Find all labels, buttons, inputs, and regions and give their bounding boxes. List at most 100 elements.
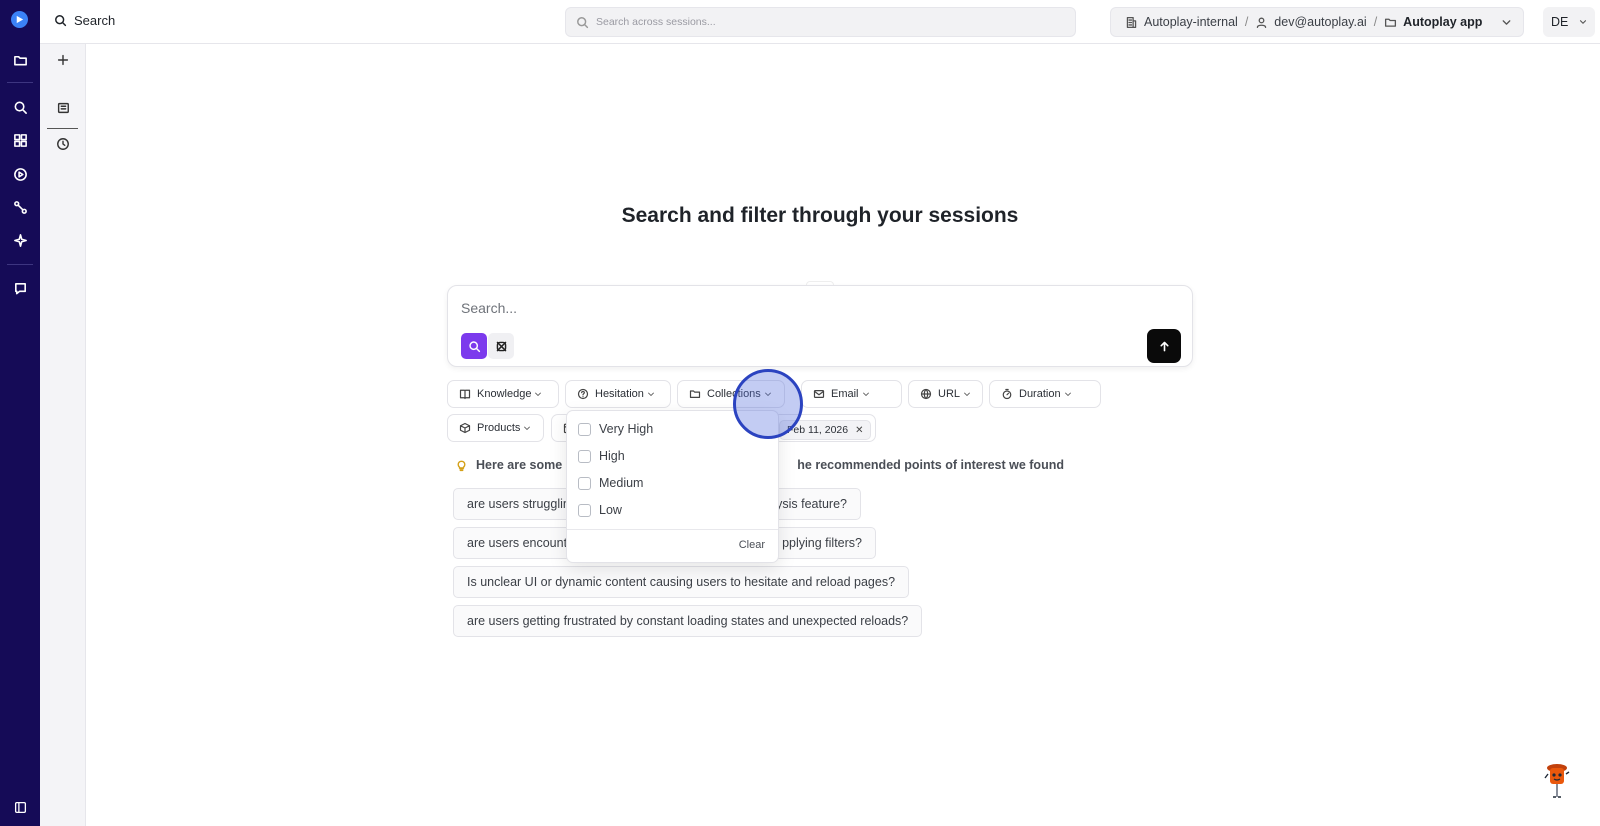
chevron-down-icon [1064, 392, 1071, 396]
filter-label: Products [477, 422, 521, 434]
sidebar-divider [47, 128, 78, 129]
chat-icon[interactable] [11, 279, 29, 297]
suggestion-text-end: pplying filters? [782, 536, 862, 550]
checkbox[interactable] [578, 449, 591, 463]
option-medium[interactable]: Medium [578, 476, 643, 490]
chevron-down-icon [862, 392, 869, 396]
app-segment[interactable]: Autoplay app [1384, 15, 1482, 29]
book-icon [459, 389, 471, 400]
user-icon [1257, 17, 1267, 28]
main-heading: Search and filter through your sessions [621, 204, 1019, 227]
logo-icon[interactable] [11, 11, 28, 28]
folder-icon [689, 390, 701, 398]
option-high[interactable]: High [578, 449, 625, 463]
option-label: Very High [599, 422, 654, 436]
org-segment[interactable]: Autoplay-internal [1125, 15, 1238, 29]
search-icon [577, 16, 589, 28]
folder-icon [1385, 18, 1397, 27]
chevron-down-icon [535, 392, 542, 396]
date-chip-label: Feb 11, 2026 [787, 424, 849, 436]
close-icon[interactable]: ✕ [855, 425, 863, 436]
folder-icon[interactable] [11, 51, 29, 69]
option-label: Low [599, 503, 622, 517]
avatar-initials: DE [1551, 15, 1569, 29]
app-name: Autoplay app [1403, 15, 1483, 29]
user-email: dev@autoplay.ai [1274, 15, 1367, 29]
filter-label: URL [938, 388, 961, 400]
chevron-down-icon [1580, 20, 1587, 24]
org-name: Autoplay-internal [1144, 15, 1238, 29]
building-icon [1126, 16, 1137, 28]
search-icon[interactable] [11, 98, 29, 116]
secondary-sidebar [40, 44, 86, 826]
page-title-label: Search [74, 13, 116, 28]
filter-email[interactable]: Email [801, 380, 902, 408]
ai-mode-button[interactable] [488, 333, 514, 359]
suggestion-text: Is unclear UI or dynamic content causing… [467, 575, 896, 589]
filter-label: Duration [1019, 388, 1061, 400]
history-icon[interactable] [54, 135, 72, 153]
send-button[interactable] [1147, 329, 1181, 363]
option-very-high[interactable]: Very High [578, 422, 653, 436]
context-switcher[interactable]: Autoplay-internal / dev@autoplay.ai / Au… [1110, 7, 1524, 37]
filter-hesitation[interactable]: Hesitation [565, 380, 671, 408]
global-search[interactable] [565, 7, 1076, 37]
checkbox[interactable] [578, 476, 591, 490]
suggestion-chip[interactable]: are users getting frustrated by constant… [453, 605, 923, 637]
rail-divider [7, 264, 33, 265]
mail-icon [813, 390, 825, 398]
top-bar: Search Autoplay-internal / dev@autoplay.… [40, 0, 1600, 44]
option-label: Medium [599, 476, 644, 490]
filter-duration[interactable]: Duration [989, 380, 1101, 408]
filter-label: Email [831, 388, 859, 400]
globe-icon [920, 388, 932, 400]
user-segment[interactable]: dev@autoplay.ai [1255, 15, 1367, 29]
lightbulb-icon [457, 460, 466, 471]
sessions-icon[interactable] [54, 99, 72, 117]
breadcrumb-separator: / [1244, 15, 1249, 29]
mascot-icon[interactable] [1543, 762, 1571, 800]
hesitation-dropdown: Very High High Medium Low Clear [566, 410, 779, 563]
session-search-box [447, 285, 1193, 367]
play-circle-icon[interactable] [11, 165, 29, 183]
session-search-input[interactable] [461, 300, 1161, 316]
package-icon [459, 422, 471, 434]
dropdown-divider [567, 529, 778, 530]
page-title: Search [54, 13, 115, 28]
option-low[interactable]: Low [578, 503, 622, 517]
sparkle-icon[interactable] [11, 231, 29, 249]
dashboard-icon[interactable] [11, 131, 29, 149]
option-label: High [599, 449, 625, 463]
checkbox[interactable] [578, 422, 591, 436]
click-indicator [733, 369, 803, 439]
clear-button[interactable]: Clear [739, 539, 765, 551]
flows-icon[interactable] [11, 198, 29, 216]
atom-icon [496, 341, 506, 351]
filter-products[interactable]: Products [447, 414, 544, 442]
chevron-down-icon[interactable] [1500, 16, 1513, 29]
arrow-up-icon [1159, 341, 1169, 351]
suggestions-intro-start: Here are some p [476, 458, 574, 472]
search-mode-button[interactable] [461, 333, 487, 359]
suggestions-intro-end: he recommended points of interest we fou… [797, 458, 1064, 472]
filter-knowledge[interactable]: Knowledge [447, 380, 559, 408]
global-search-input[interactable] [596, 16, 1056, 28]
avatar[interactable]: DE [1543, 7, 1595, 37]
timer-icon [1002, 388, 1012, 400]
rail-divider [7, 82, 33, 83]
suggestion-text-start: are users strugglin [467, 497, 570, 511]
chevron-down-icon [648, 392, 654, 396]
sidebar-collapse-icon[interactable] [14, 801, 27, 819]
chevron-down-icon [964, 392, 970, 396]
plus-icon[interactable] [54, 51, 72, 69]
search-icon [468, 340, 480, 352]
breadcrumb-separator: / [1373, 15, 1378, 29]
left-rail [0, 0, 40, 826]
suggestion-text: are users getting frustrated by constant… [467, 614, 909, 628]
search-icon [55, 15, 67, 27]
suggestion-text-end: ysis feature? [776, 497, 847, 511]
filter-label: Hesitation [595, 388, 644, 400]
checkbox[interactable] [578, 503, 591, 517]
suggestion-chip[interactable]: Is unclear UI or dynamic content causing… [453, 566, 910, 598]
filter-url[interactable]: URL [908, 380, 983, 408]
